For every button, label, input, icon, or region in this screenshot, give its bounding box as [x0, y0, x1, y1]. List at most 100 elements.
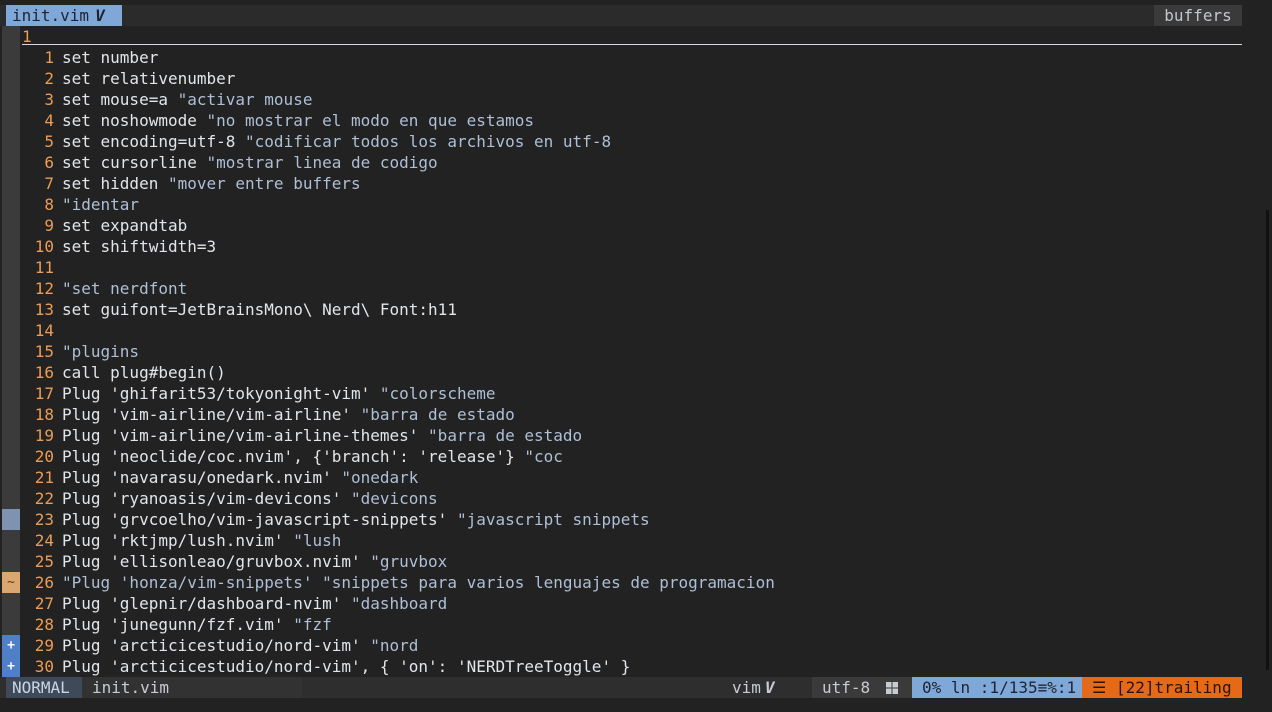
- line-content: set mouse=a "activar mouse: [62, 89, 312, 110]
- line-content: Plug 'neoclide/coc.nvim', {'branch': 're…: [62, 446, 563, 467]
- line-number: 20: [34, 447, 54, 466]
- editor-buffer[interactable]: 1 1 set number 2 set relativenumber 3 set mou…: [0, 26, 1242, 677]
- code-line[interactable]: 28 Plug 'junegunn/fzf.vim' "fzf: [0, 614, 1242, 635]
- line-content: Plug 'rktjmp/lush.nvim' "lush: [62, 530, 341, 551]
- code-line[interactable]: 15 "plugins: [0, 341, 1242, 362]
- line-content: set relativenumber: [62, 68, 235, 89]
- code-line[interactable]: 21 Plug 'navarasu/onedark.nvim' "onedark: [0, 467, 1242, 488]
- code-text: Plug 'vim-airline/vim-airline-themes': [62, 426, 429, 445]
- code-text: set cursorline: [62, 153, 207, 172]
- scrollbar[interactable]: [1266, 210, 1269, 670]
- line-number: 22: [34, 489, 54, 508]
- comment-text: "plugins: [62, 342, 140, 361]
- code-line[interactable]: ~26 "Plug 'honza/vim-snippets' "snippets …: [0, 572, 1242, 593]
- tab-label: init.vim: [12, 6, 90, 25]
- sign-column: [2, 215, 20, 236]
- line-content: set shiftwidth=3: [62, 236, 216, 257]
- code-line[interactable]: 25 Plug 'ellisonleao/gruvbox.nvim' "gruvb…: [0, 551, 1242, 572]
- code-line[interactable]: 10 set shiftwidth=3: [0, 236, 1242, 257]
- comment-text: "mover entre buffers: [167, 174, 361, 193]
- line-number: 12: [34, 279, 54, 298]
- code-text: set shiftwidth=3: [62, 237, 217, 256]
- line-content: call plug#begin(): [62, 362, 226, 383]
- code-line[interactable]: 11: [0, 257, 1242, 278]
- code-text: Plug 'neoclide/coc.nvim', {'branch': 're…: [62, 447, 525, 466]
- line-number: 16: [34, 363, 54, 382]
- code-line[interactable]: 23 Plug 'grvcoelho/vim-javascript-snippet…: [0, 509, 1242, 530]
- line-content: "Plug 'honza/vim-snippets' "snippets par…: [62, 572, 775, 593]
- sign-column: [2, 383, 20, 404]
- code-line[interactable]: 27 Plug 'glepnir/dashboard-nvim' "dashboa…: [0, 593, 1242, 614]
- comment-text: "colorscheme: [379, 384, 496, 403]
- code-text: set number: [62, 48, 159, 67]
- code-line[interactable]: +29 Plug 'arcticicestudio/nord-vim' "nord: [0, 635, 1242, 656]
- code-line[interactable]: 13 set guifont=JetBrainsMono\ Nerd\ Font:…: [0, 299, 1242, 320]
- line-number: 27: [34, 594, 54, 613]
- tab-init-vim[interactable]: init.vim V: [6, 5, 122, 26]
- line-number: 19: [34, 426, 54, 445]
- comment-text: "gruvbox: [370, 552, 448, 571]
- code-line[interactable]: 2 set relativenumber: [0, 68, 1242, 89]
- line-number: 28: [34, 615, 54, 634]
- code-text: call plug#begin(): [62, 363, 226, 382]
- filetype-label: vim: [732, 678, 761, 697]
- comment-text: "javascript snippets: [456, 510, 650, 529]
- sign-column: [2, 173, 20, 194]
- code-line[interactable]: 14: [0, 320, 1242, 341]
- mode-indicator: NORMAL: [6, 677, 82, 698]
- code-line[interactable]: 18 Plug 'vim-airline/vim-airline' "barra …: [0, 404, 1242, 425]
- comment-text: "no mostrar el modo en que estamos: [206, 111, 535, 130]
- code-line[interactable]: 12 "set nerdfont: [0, 278, 1242, 299]
- code-line[interactable]: 6 set cursorline "mostrar linea de codigo: [0, 152, 1242, 173]
- sign-column: [2, 425, 20, 446]
- code-line[interactable]: 20 Plug 'neoclide/coc.nvim', {'branch': '…: [0, 446, 1242, 467]
- line-number: 4: [44, 111, 54, 130]
- code-line[interactable]: 16 call plug#begin(): [0, 362, 1242, 383]
- comment-text: "coc: [524, 447, 563, 466]
- line-number: 3: [44, 90, 54, 109]
- code-line[interactable]: 3 set mouse=a "activar mouse: [0, 89, 1242, 110]
- code-text: set guifont=JetBrainsMono\ Nerd\ Font:h1…: [62, 300, 457, 319]
- sign-column: [2, 89, 20, 110]
- line-content: Plug 'arcticicestudio/nord-vim', { 'on':…: [62, 656, 630, 677]
- code-line[interactable]: 24 Plug 'rktjmp/lush.nvim' "lush: [0, 530, 1242, 551]
- code-line[interactable]: 8 "identar: [0, 194, 1242, 215]
- line-content: Plug 'ryanoasis/vim-devicons' "devicons: [62, 488, 438, 509]
- sign-column: [2, 320, 20, 341]
- sign-column: [2, 26, 20, 47]
- code-line[interactable]: 7 set hidden "mover entre buffers: [0, 173, 1242, 194]
- code-line[interactable]: 19 Plug 'vim-airline/vim-airline-themes' …: [0, 425, 1242, 446]
- code-line[interactable]: 17 Plug 'ghifarit53/tokyonight-vim' "colo…: [0, 383, 1242, 404]
- code-line[interactable]: +30 Plug 'arcticicestudio/nord-vim', { 'o…: [0, 656, 1242, 677]
- git-added-sign: +: [2, 635, 20, 656]
- sign-column: [2, 404, 20, 425]
- line-number: 30: [34, 657, 54, 676]
- tabline: init.vim V buffers: [0, 5, 1242, 26]
- line-content: set guifont=JetBrainsMono\ Nerd\ Font:h1…: [62, 299, 457, 320]
- comment-text: "activar mouse: [177, 90, 313, 109]
- line-number: 18: [34, 405, 54, 424]
- buffers-label[interactable]: buffers: [1154, 5, 1242, 26]
- code-text: Plug 'ghifarit53/tokyonight-vim': [62, 384, 380, 403]
- sign-column: [2, 341, 20, 362]
- line-number: 5: [44, 132, 54, 151]
- git-modified-sign: ~: [2, 572, 20, 593]
- comment-text: "barra de estado: [360, 405, 515, 424]
- code-line[interactable]: 9 set expandtab: [0, 215, 1242, 236]
- code-line[interactable]: 4 set noshowmode "no mostrar el modo en q…: [0, 110, 1242, 131]
- comment-text: "devicons: [350, 489, 438, 508]
- code-text: Plug 'glepnir/dashboard-nvim': [62, 594, 351, 613]
- sign-column: [2, 488, 20, 509]
- line-number: 1: [44, 48, 54, 67]
- code-line[interactable]: 22 Plug 'ryanoasis/vim-devicons' "devicon…: [0, 488, 1242, 509]
- line-content: set number: [62, 47, 158, 68]
- code-text: set mouse=a: [62, 90, 178, 109]
- sign-column: [2, 467, 20, 488]
- comment-text: "identar: [62, 195, 140, 214]
- code-line[interactable]: 5 set encoding=utf-8 "codificar todos los…: [0, 131, 1242, 152]
- code-line[interactable]: 1 set number: [0, 47, 1242, 68]
- sign-column: [2, 278, 20, 299]
- line-number: 23: [34, 510, 54, 529]
- line-content: Plug 'ghifarit53/tokyonight-vim' "colors…: [62, 383, 495, 404]
- vim-logo-icon: V: [764, 678, 775, 697]
